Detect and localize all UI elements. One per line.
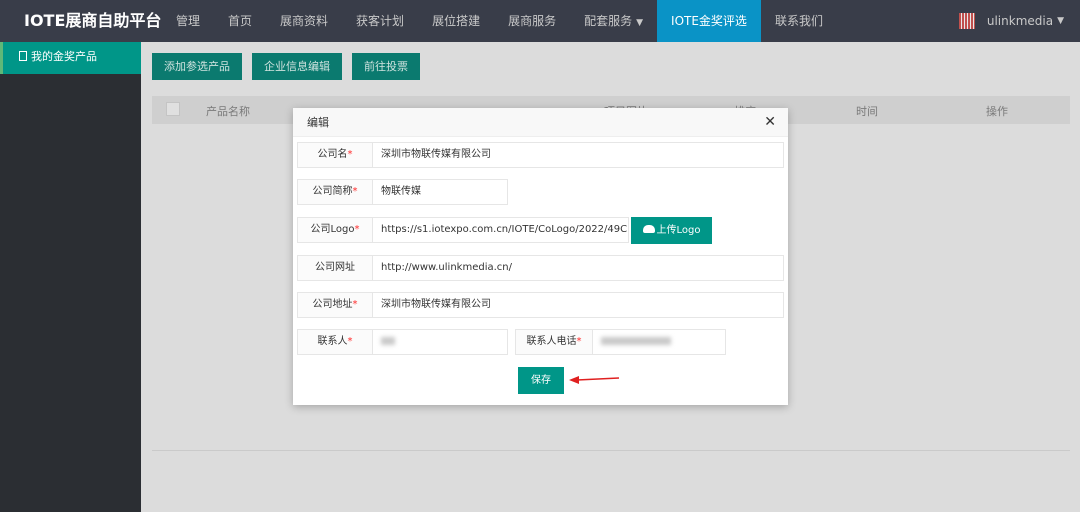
close-icon[interactable]: ✕	[764, 108, 776, 137]
short-name-field[interactable]: 物联传媒	[373, 179, 508, 205]
vote-button[interactable]: 前往投票	[352, 53, 420, 80]
short-name-label: 公司简称*	[297, 179, 373, 205]
address-label: 公司地址*	[297, 292, 373, 318]
sidebar: 我的金奖产品	[0, 42, 141, 512]
toolbar: 添加参选产品 企业信息编辑 前往投票	[152, 53, 420, 80]
save-button[interactable]: 保存	[518, 367, 564, 394]
top-nav: IOTE展商自助平台 管理 首页 展商资料 获客计划 展位搭建 展商服务 配套服…	[0, 0, 1080, 42]
nav-item-exhibitor-service[interactable]: 展商服务	[494, 0, 570, 42]
company-name-field[interactable]: 深圳市物联传媒有限公司	[373, 142, 784, 168]
sidebar-item-my-products[interactable]: 我的金奖产品	[0, 42, 141, 74]
column-header-actions: 操作	[986, 105, 1008, 118]
edit-modal: 编辑 ✕ 公司名* 深圳市物联传媒有限公司 公司简称* 物联传媒 公司Logo*…	[293, 108, 788, 405]
company-name-row: 公司名* 深圳市物联传媒有限公司	[297, 142, 784, 168]
nav-item-contact[interactable]: 联系我们	[761, 0, 837, 42]
document-icon	[19, 51, 27, 61]
logo-label: 公司Logo*	[297, 217, 373, 243]
caret-down-icon: ▼	[1057, 16, 1064, 26]
sidebar-item-label: 我的金奖产品	[31, 50, 97, 63]
upload-logo-button[interactable]: 上传Logo	[631, 217, 712, 244]
short-name-row: 公司简称* 物联传媒	[297, 179, 508, 205]
arrow-annotation-icon	[569, 376, 620, 384]
add-product-button[interactable]: 添加参选产品	[152, 53, 242, 80]
website-label: 公司网址	[297, 255, 373, 281]
phone-field[interactable]	[593, 329, 726, 355]
modal-title: 编辑	[307, 116, 329, 129]
nav-item-support-services-label: 配套服务	[584, 14, 633, 28]
phone-row: 联系人电话*	[515, 329, 726, 355]
cloud-upload-icon	[642, 225, 655, 233]
nav-item-booth-build[interactable]: 展位搭建	[418, 0, 494, 42]
user-menu[interactable]: ulinkmedia ▼	[958, 0, 1064, 42]
phone-label: 联系人电话*	[515, 329, 593, 355]
edit-company-button[interactable]: 企业信息编辑	[252, 53, 342, 80]
select-all-checkbox[interactable]	[166, 102, 180, 116]
column-header-time: 时间	[856, 105, 878, 118]
divider	[152, 450, 1070, 451]
logo-row: 公司Logo* https://s1.iotexpo.com.cn/IOTE/C…	[297, 217, 629, 243]
address-field[interactable]: 深圳市物联传媒有限公司	[373, 292, 784, 318]
website-field[interactable]: http://www.ulinkmedia.cn/	[373, 255, 784, 281]
contact-label: 联系人*	[297, 329, 373, 355]
modal-header: 编辑 ✕	[293, 108, 788, 137]
avatar	[958, 13, 975, 29]
redacted-value	[601, 337, 671, 345]
website-row: 公司网址 http://www.ulinkmedia.cn/	[297, 255, 784, 281]
column-header-product-name: 产品名称	[206, 105, 250, 118]
logo-url-field[interactable]: https://s1.iotexpo.com.cn/IOTE/CoLogo/20…	[373, 217, 629, 243]
contact-field[interactable]	[373, 329, 508, 355]
caret-down-icon: ▼	[636, 18, 644, 28]
nav-item-manage[interactable]: 管理	[162, 0, 214, 42]
nav-item-exhibitor-info[interactable]: 展商资料	[266, 0, 342, 42]
address-row: 公司地址* 深圳市物联传媒有限公司	[297, 292, 784, 318]
company-name-label: 公司名*	[297, 142, 373, 168]
brand-logo[interactable]: IOTE展商自助平台	[0, 0, 162, 42]
redacted-value	[381, 337, 395, 345]
nav-item-support-services[interactable]: 配套服务 ▼	[570, 0, 657, 42]
user-name: ulinkmedia	[986, 14, 1054, 28]
nav-item-lead-plan[interactable]: 获客计划	[342, 0, 418, 42]
nav-item-gold-award[interactable]: IOTE金奖评选	[657, 0, 761, 42]
nav-item-home[interactable]: 首页	[214, 0, 266, 42]
contact-row: 联系人*	[297, 329, 508, 355]
